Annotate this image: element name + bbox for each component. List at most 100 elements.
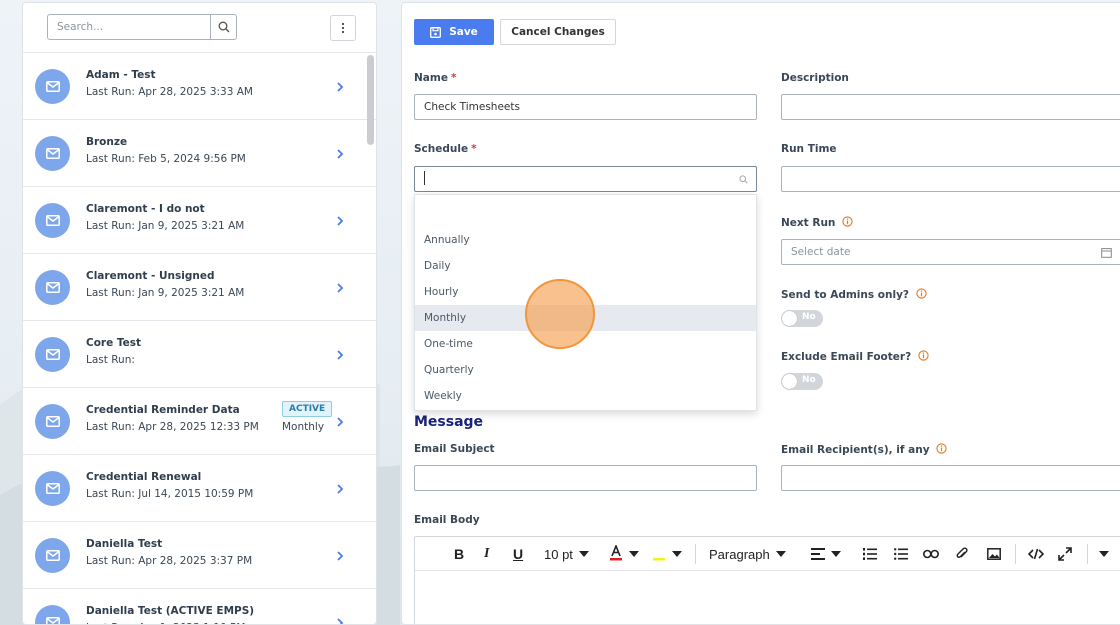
list-item[interactable]: Core Test Last Run:	[23, 321, 376, 388]
search-bar	[23, 3, 376, 53]
dropdown-option[interactable]: Daily	[415, 253, 756, 279]
align-button[interactable]	[811, 537, 841, 571]
paperclip-icon	[956, 547, 968, 558]
list-item[interactable]: Credential Reminder Data Last Run: Apr 28…	[23, 388, 376, 455]
rich-text-editor[interactable]: B I U 10 pt Paragraph	[414, 536, 1120, 624]
list-item[interactable]: Daniella Test Last Run: Apr 28, 2025 3:37…	[23, 522, 376, 589]
info-icon[interactable]	[936, 443, 947, 454]
bullet-list-button[interactable]	[894, 537, 908, 571]
chevron-down-icon	[578, 551, 589, 557]
image-button[interactable]	[987, 537, 1001, 571]
list-item-last-run: Last Run:	[86, 354, 135, 366]
chevron-down-icon	[775, 551, 786, 557]
list-item[interactable]: Claremont - Unsigned Last Run: Jan 9, 202…	[23, 254, 376, 321]
list-item[interactable]: Daniella Test (ACTIVE EMPS)Last Run: Apr…	[23, 589, 376, 625]
bullet-list-icon	[894, 548, 908, 560]
save-button[interactable]: Save	[414, 19, 494, 45]
chevron-right-icon[interactable]	[334, 616, 346, 625]
block-format-select[interactable]: Paragraph	[709, 537, 786, 571]
text-color-button[interactable]	[609, 537, 639, 571]
dropdown-option[interactable]: Quarterly	[415, 357, 756, 383]
email-subject-label: Email Subject	[414, 443, 495, 455]
align-left-icon	[811, 548, 825, 560]
image-icon	[987, 548, 1001, 560]
highlight-color-button[interactable]	[652, 537, 682, 571]
list-item-title: Adam - Test	[86, 69, 156, 81]
name-input[interactable]	[414, 94, 757, 120]
email-avatar	[35, 337, 70, 372]
list-scrollbar[interactable]	[367, 55, 374, 145]
info-icon[interactable]	[842, 216, 853, 227]
chevron-right-icon[interactable]	[334, 348, 346, 362]
save-icon	[430, 26, 442, 38]
mail-icon	[45, 282, 60, 293]
email-body-label: Email Body	[414, 514, 480, 526]
chevron-right-icon[interactable]	[334, 549, 346, 563]
list-item-title: Daniella Test	[86, 538, 163, 550]
list-item[interactable]: Adam - Test Last Run: Apr 28, 2025 3:33 A…	[23, 53, 376, 120]
search-input[interactable]	[47, 14, 211, 40]
more-options-button[interactable]	[330, 15, 356, 41]
underline-button[interactable]: U	[513, 537, 523, 571]
run-time-label: Run Time	[781, 143, 837, 155]
next-run-date-picker[interactable]: Select date	[781, 239, 1120, 265]
search-button[interactable]	[210, 14, 237, 40]
dropdown-option[interactable]: Annually	[415, 227, 756, 253]
email-avatar	[35, 203, 70, 238]
description-input[interactable]	[781, 94, 1120, 120]
chevron-right-icon[interactable]	[334, 147, 346, 161]
required-mark: *	[471, 143, 477, 155]
calendar-icon[interactable]	[1101, 247, 1112, 258]
exclude-footer-toggle[interactable]: No	[781, 373, 823, 390]
email-avatar	[35, 404, 70, 439]
list-item-last-run: Last Run: Jul 14, 2015 10:59 PM	[86, 488, 254, 500]
mail-icon	[45, 81, 60, 92]
chevron-right-icon[interactable]	[334, 281, 346, 295]
list-item[interactable]: Bronze Last Run: Feb 5, 2024 9:56 PM	[23, 120, 376, 187]
chevron-down-icon	[629, 551, 639, 557]
expand-icon	[1058, 547, 1072, 561]
message-section-title: Message	[414, 414, 484, 430]
bold-button[interactable]: B	[454, 537, 464, 571]
chevron-right-icon[interactable]	[334, 482, 346, 496]
toolbar-separator	[1087, 544, 1088, 564]
run-time-input[interactable]	[781, 166, 1120, 192]
cancel-changes-button[interactable]: Cancel Changes	[500, 19, 616, 45]
email-avatar	[35, 136, 70, 171]
send-admins-toggle[interactable]: No	[781, 310, 823, 327]
more-toolbar-button[interactable]	[1099, 537, 1109, 571]
send-admins-label: Send to Admins only?	[781, 288, 927, 301]
email-subject-input[interactable]	[414, 465, 757, 491]
italic-button[interactable]: I	[484, 537, 489, 571]
chevron-right-icon[interactable]	[334, 214, 346, 228]
list-item[interactable]: Claremont - I do not Last Run: Jan 9, 202…	[23, 187, 376, 254]
list-item-last-run: Last Run: Apr 28, 2025 12:33 PM	[86, 421, 259, 433]
name-label: Name *	[414, 72, 457, 84]
attachment-button[interactable]	[956, 537, 968, 571]
recipients-input[interactable]	[781, 465, 1120, 491]
info-icon[interactable]	[916, 288, 927, 299]
email-avatar	[35, 270, 70, 305]
chevron-right-icon[interactable]	[334, 415, 346, 429]
status-badge: ACTIVE	[282, 401, 333, 417]
list-item[interactable]: Credential Renewal Last Run: Jul 14, 2015…	[23, 455, 376, 522]
email-avatar	[35, 69, 70, 104]
numbered-list-button[interactable]	[863, 537, 877, 571]
link-button[interactable]	[923, 537, 939, 571]
list-item-title: Bronze	[86, 136, 128, 148]
info-icon[interactable]	[918, 350, 929, 361]
chevron-right-icon[interactable]	[334, 80, 346, 94]
font-size-select[interactable]: 10 pt	[544, 537, 589, 571]
click-indicator	[525, 279, 595, 349]
fullscreen-button[interactable]	[1058, 537, 1072, 571]
schedule-select[interactable]	[414, 166, 757, 192]
source-code-button[interactable]	[1028, 537, 1044, 571]
dropdown-option[interactable]: Weekly	[415, 383, 756, 409]
mail-icon	[45, 148, 60, 159]
list-item-title: Credential Reminder Data	[86, 404, 240, 416]
chevron-down-icon	[672, 551, 682, 557]
text-caret	[424, 171, 425, 185]
description-label: Description	[781, 72, 849, 84]
save-label: Save	[449, 26, 478, 38]
chevron-down-icon	[1099, 551, 1109, 557]
